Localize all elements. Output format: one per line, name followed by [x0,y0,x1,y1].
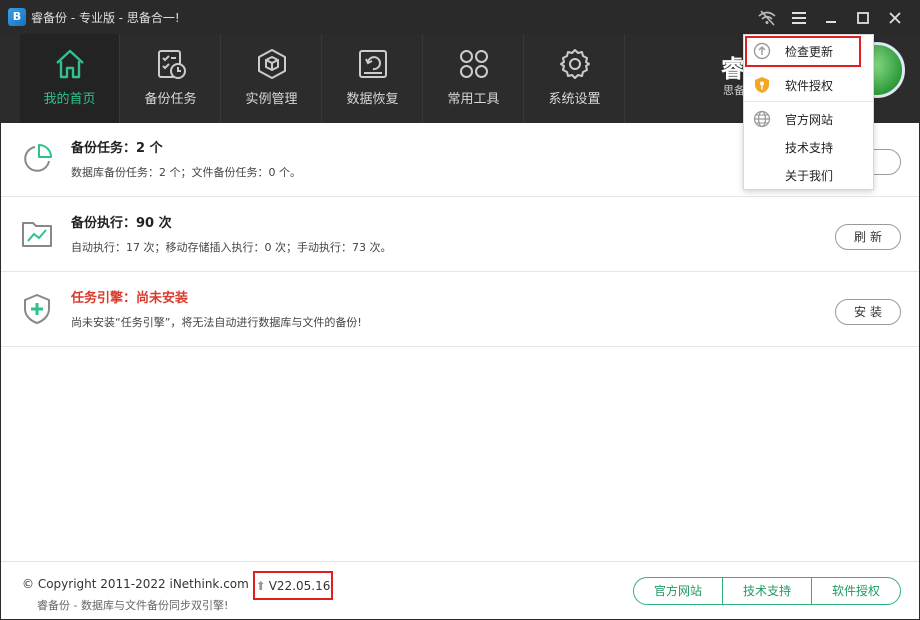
refresh-button[interactable]: 刷新 [835,224,901,250]
menu-item-label: 技术支持 [785,140,834,155]
row-title: 备份执行：90 次 [71,216,172,231]
footer-link-license[interactable]: 软件授权 [812,578,900,604]
nav-label: 备份任务 [144,92,197,107]
menu-icon[interactable] [783,1,815,34]
menu-icon-spacer [753,166,771,184]
close-icon[interactable] [879,1,911,34]
menu-item-license[interactable]: 软件授权 [744,71,873,99]
menu-item-label: 软件授权 [785,78,834,93]
footer-link-website[interactable]: 官方网站 [634,578,723,604]
key-shield-icon [753,76,771,94]
brand-logo: 睿 思备 [721,56,745,98]
gear-icon [557,46,593,82]
engine-status-row: 任务引擎：尚未安装 尚未安装“任务引擎”，将无法自动进行数据库与文件的备份! 安… [1,273,919,347]
backup-task-icon [153,46,189,82]
menu-item-about[interactable]: 关于我们 [744,161,873,189]
menu-item-label: 关于我们 [785,168,834,183]
menu-divider [744,101,873,102]
tools-grid-icon [456,46,492,82]
nav-label: 系统设置 [548,92,601,107]
version-label[interactable]: ⬆ V22.05.16 [253,571,333,600]
menu-item-label: 官方网站 [785,112,834,127]
backup-exec-summary-row: 备份执行：90 次 自动执行：17 次；移动存储插入执行：0 次；手动执行：73… [1,198,919,272]
row-title-warning: 任务引擎：尚未安装 [71,291,189,306]
app-window: B 睿备份 - 专业版 - 思备合一! 我的首页 备份任务 实例管理 数据恢复 … [0,0,920,620]
brand-title: 睿 [721,55,745,83]
title-bar: B 睿备份 - 专业版 - 思备合一! [1,1,919,34]
nav-item-tools[interactable]: 常用工具 [424,34,524,123]
brand-subtitle: 思备 [723,84,745,97]
maximize-icon[interactable] [847,1,879,34]
restore-icon [355,46,391,82]
shield-plus-icon [20,292,54,326]
nav-label: 实例管理 [245,92,298,107]
footer: © Copyright 2011-2022 iNethink.com 睿备份 -… [1,561,919,619]
nav-label: 常用工具 [447,92,500,107]
version-text: V22.05.16 [268,578,331,593]
nav-label: 数据恢复 [346,92,399,107]
highlight-box [745,36,861,67]
globe-icon [753,110,771,128]
window-title: 睿备份 - 专业版 - 思备合一! [31,11,180,25]
nav-item-backup-task[interactable]: 备份任务 [121,34,221,123]
nav-item-settings[interactable]: 系统设置 [525,34,625,123]
row-subtitle: 数据库备份任务：2 个；文件备份任务：0 个。 [71,166,301,179]
row-subtitle: 尚未安装“任务引擎”，将无法自动进行数据库与文件的备份! [71,316,362,329]
instance-cube-icon [254,46,290,82]
row-title: 备份任务：2 个 [71,141,163,156]
version-arrow-icon: ⬆ [255,578,266,593]
install-button[interactable]: 安装 [835,299,901,325]
nav-item-restore[interactable]: 数据恢复 [323,34,423,123]
folder-chart-icon [20,217,54,251]
tagline-text: 睿备份 - 数据库与文件备份同步双引擎! [37,599,229,612]
footer-links: 官方网站 技术支持 软件授权 [633,577,901,605]
minimize-icon[interactable] [815,1,847,34]
app-logo-icon: B [8,8,26,26]
menu-item-website[interactable]: 官方网站 [744,105,873,133]
row-subtitle: 自动执行：17 次；移动存储插入执行：0 次；手动执行：73 次。 [71,241,392,254]
menu-icon-spacer [753,138,771,156]
nav-item-instance[interactable]: 实例管理 [222,34,322,123]
wifi-off-icon[interactable] [751,1,783,34]
home-icon [52,46,88,82]
copyright-text: © Copyright 2011-2022 iNethink.com [22,577,249,591]
footer-link-support[interactable]: 技术支持 [723,578,812,604]
pie-chart-icon [20,142,54,176]
menu-item-support[interactable]: 技术支持 [744,133,873,161]
nav-item-home[interactable]: 我的首页 [20,34,120,123]
nav-label: 我的首页 [43,92,96,107]
